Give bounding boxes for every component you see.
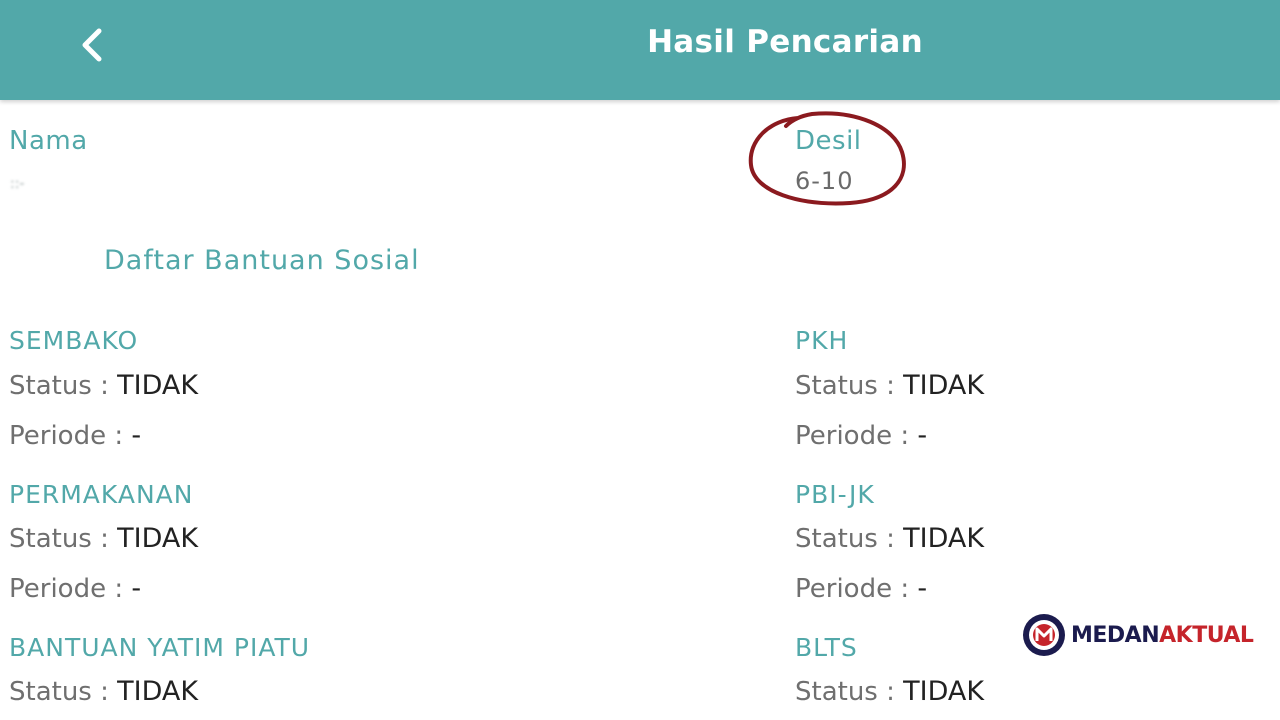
app-screen: Hasil Pencarian Nama ::- Desil 6-10 Daft…	[0, 0, 1280, 720]
desil-label: Desil	[795, 126, 862, 156]
program-status: Status : TIDAK	[9, 676, 198, 707]
program-name: PKH	[795, 326, 849, 355]
program-name: PERMAKANAN	[9, 480, 194, 509]
status-label: Status :	[9, 677, 118, 707]
status-value: TIDAK	[903, 676, 985, 707]
program-status: Status : TIDAK	[795, 676, 984, 707]
status-label: Status :	[795, 524, 904, 554]
section-title: Daftar Bantuan Sosial	[104, 245, 420, 276]
program-status: Status : TIDAK	[9, 523, 198, 554]
periode-value: -	[131, 420, 142, 451]
periode-label: Periode :	[9, 421, 132, 451]
status-value: TIDAK	[903, 523, 985, 554]
periode-value: -	[917, 573, 928, 604]
program-periode: Periode : -	[795, 420, 927, 451]
program-periode: Periode : -	[795, 573, 927, 604]
periode-label: Periode :	[795, 574, 918, 604]
logo-text-part2: AKTUAL	[1159, 622, 1254, 648]
program-name: BANTUAN YATIM PIATU	[9, 633, 311, 662]
name-value: ::-	[10, 176, 25, 192]
logo-icon	[1023, 614, 1065, 656]
status-label: Status :	[795, 371, 904, 401]
status-value: TIDAK	[117, 676, 199, 707]
page-title: Hasil Pencarian	[647, 24, 923, 60]
periode-value: -	[131, 573, 142, 604]
program-status: Status : TIDAK	[9, 370, 198, 401]
status-value: TIDAK	[117, 523, 199, 554]
watermark-logo: MEDANAKTUAL	[1021, 612, 1254, 658]
status-value: TIDAK	[903, 370, 985, 401]
program-name: PBI-JK	[795, 480, 875, 509]
periode-label: Periode :	[795, 421, 918, 451]
periode-label: Periode :	[9, 574, 132, 604]
logo-text-part1: MEDAN	[1071, 622, 1160, 648]
program-status: Status : TIDAK	[795, 370, 984, 401]
status-value: TIDAK	[117, 370, 199, 401]
status-label: Status :	[795, 677, 904, 707]
desil-value: 6-10	[795, 167, 854, 195]
status-label: Status :	[9, 524, 118, 554]
logo-text: MEDANAKTUAL	[1071, 622, 1254, 648]
back-button[interactable]	[62, 20, 122, 70]
name-label: Nama	[9, 126, 88, 156]
program-periode: Periode : -	[9, 573, 141, 604]
status-label: Status :	[9, 371, 118, 401]
program-name: SEMBAKO	[9, 326, 139, 355]
periode-value: -	[917, 420, 928, 451]
program-status: Status : TIDAK	[795, 523, 984, 554]
program-name: BLTS	[795, 633, 858, 662]
top-app-bar: Hasil Pencarian	[0, 0, 1280, 100]
program-periode: Periode : -	[9, 420, 141, 451]
chevron-left-icon	[82, 28, 102, 62]
